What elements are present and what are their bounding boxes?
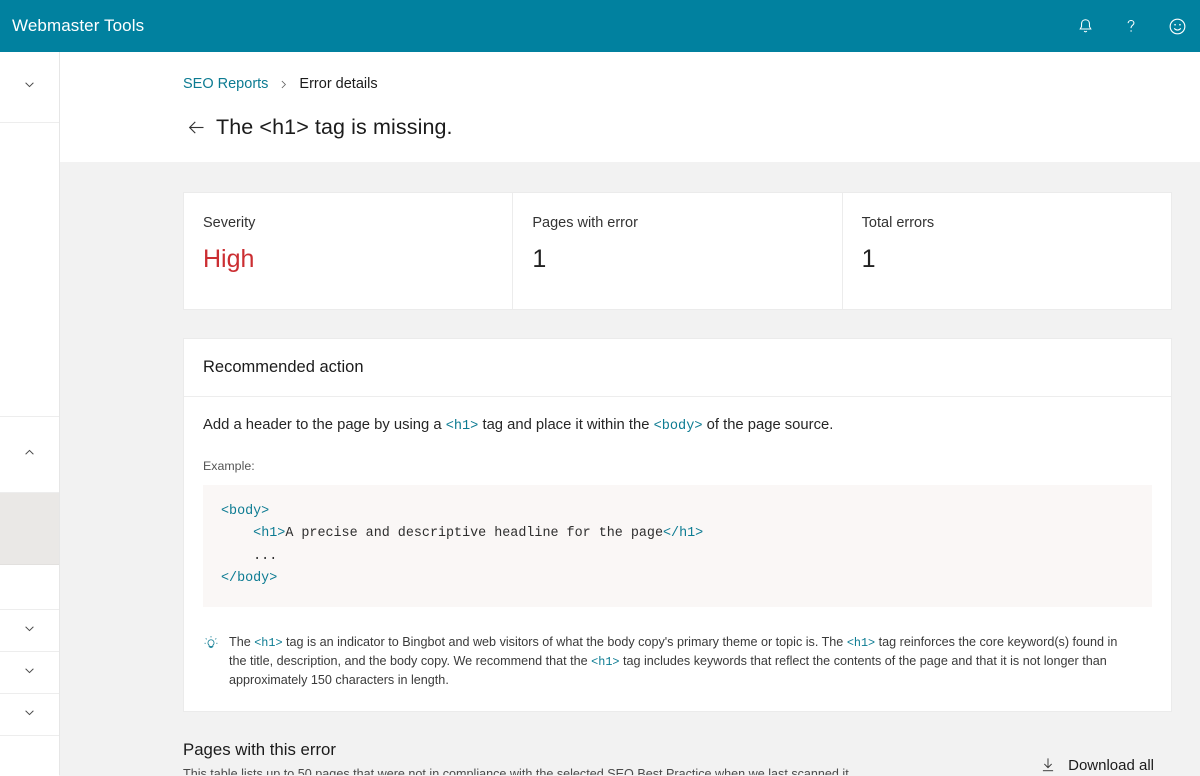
tip-tag-1: <h1> — [254, 635, 283, 650]
download-all-button[interactable]: Download all — [1039, 740, 1172, 774]
code-line-4-tag: </body> — [221, 571, 278, 587]
code-line-1-tag: <body> — [221, 503, 270, 519]
breadcrumb: SEO Reports Error details — [183, 75, 1200, 93]
page-header: SEO Reports Error details The <h1> tag i… — [60, 52, 1200, 162]
feedback-icon — [1167, 16, 1188, 37]
sidebar-item-selected[interactable] — [0, 493, 59, 565]
code-line-2-indent — [221, 526, 253, 541]
sidebar-group-1[interactable] — [0, 52, 59, 123]
chevron-up-icon — [21, 444, 38, 466]
pages-section-text: Pages with this error This table lists u… — [183, 740, 1039, 775]
lightbulb-icon — [203, 633, 229, 689]
chevron-down-icon — [21, 76, 38, 98]
sidebar-blank-3 — [0, 736, 59, 776]
tip-part-1: The — [229, 634, 255, 649]
notifications-button[interactable] — [1062, 0, 1108, 52]
sidebar-group-3[interactable] — [0, 610, 59, 652]
summary-stats: Severity High Pages with error 1 Total e… — [183, 192, 1172, 310]
code-line-3: ... — [221, 548, 278, 564]
chevron-down-icon — [21, 704, 38, 726]
app-brand-title: Webmaster Tools — [12, 16, 145, 35]
stat-label: Pages with error — [532, 215, 638, 231]
stat-label: Total errors — [861, 215, 935, 231]
sidebar-blank-1 — [0, 123, 59, 417]
inline-tag-h1: <h1> — [445, 419, 479, 434]
pages-section-subtitle: This table lists up to 50 pages that wer… — [183, 767, 849, 775]
breadcrumb-current: Error details — [299, 76, 378, 92]
stat-card-total-errors: Total errors 1 — [843, 193, 1171, 309]
code-line-2-open-tag: <h1> — [253, 526, 286, 542]
download-all-label: Download all — [1068, 756, 1154, 774]
code-line-2-close-tag: </h1> — [663, 526, 704, 542]
sidebar-group-2[interactable] — [0, 417, 59, 493]
code-line-2-text: A precise and descriptive headline for t… — [285, 526, 663, 542]
left-sidebar — [0, 52, 60, 776]
sidebar-blank-2 — [0, 565, 59, 610]
stat-label: Severity — [203, 215, 256, 231]
back-arrow-icon[interactable] — [183, 114, 209, 140]
recommended-action-heading: Recommended action — [184, 339, 1171, 397]
breadcrumb-link-seo-reports[interactable]: SEO Reports — [183, 76, 268, 92]
tip-text: The <h1> tag is an indicator to Bingbot … — [229, 633, 1126, 689]
code-example-block: <body> <h1>A precise and descriptive hea… — [203, 484, 1152, 607]
tip-tag-2: <h1> — [846, 635, 876, 650]
top-header-bar: Webmaster Tools — [0, 0, 1200, 52]
page-title: The <h1> tag is missing. — [216, 114, 453, 139]
sidebar-group-5[interactable] — [0, 694, 59, 736]
sentence-part-1: Add a header to the page by using a — [203, 417, 446, 433]
help-button[interactable] — [1108, 0, 1154, 52]
example-label: Example: — [203, 458, 255, 473]
sentence-part-3: of the page source. — [702, 417, 834, 433]
recommended-action-panel: Recommended action Add a header to the p… — [183, 338, 1172, 713]
pages-with-error-section: Pages with this error This table lists u… — [183, 740, 1172, 775]
help-icon — [1121, 16, 1141, 36]
main-content: SEO Reports Error details The <h1> tag i… — [60, 52, 1200, 775]
tip-part-2: tag is an indicator to Bingbot and web v… — [282, 634, 847, 649]
stat-value-total: 1 — [861, 245, 876, 273]
inline-tag-body: <body> — [653, 419, 703, 434]
tip-row: The <h1> tag is an indicator to Bingbot … — [203, 633, 1152, 689]
tip-tag-3: <h1> — [591, 654, 620, 669]
stat-value-pages: 1 — [532, 245, 547, 273]
recommended-action-sentence: Add a header to the page by using a <h1>… — [203, 415, 1152, 437]
notifications-icon — [1076, 17, 1095, 36]
topbar-actions — [1062, 0, 1200, 52]
chevron-down-icon — [21, 662, 38, 684]
stat-card-pages-with-error: Pages with error 1 — [513, 193, 843, 309]
title-row: The <h1> tag is missing. — [183, 114, 1200, 140]
body-area: Severity High Pages with error 1 Total e… — [60, 192, 1200, 775]
breadcrumb-separator-icon — [277, 78, 290, 91]
download-icon — [1039, 756, 1057, 774]
feedback-button[interactable] — [1154, 0, 1200, 52]
sidebar-group-4[interactable] — [0, 652, 59, 694]
stat-card-severity: Severity High — [184, 193, 514, 309]
stat-value-severity: High — [203, 245, 255, 273]
pages-section-title: Pages with this error — [183, 740, 336, 760]
recommended-action-body: Add a header to the page by using a <h1>… — [184, 397, 1171, 711]
sentence-part-2: tag and place it within the — [478, 417, 654, 433]
chevron-down-icon — [21, 620, 38, 642]
